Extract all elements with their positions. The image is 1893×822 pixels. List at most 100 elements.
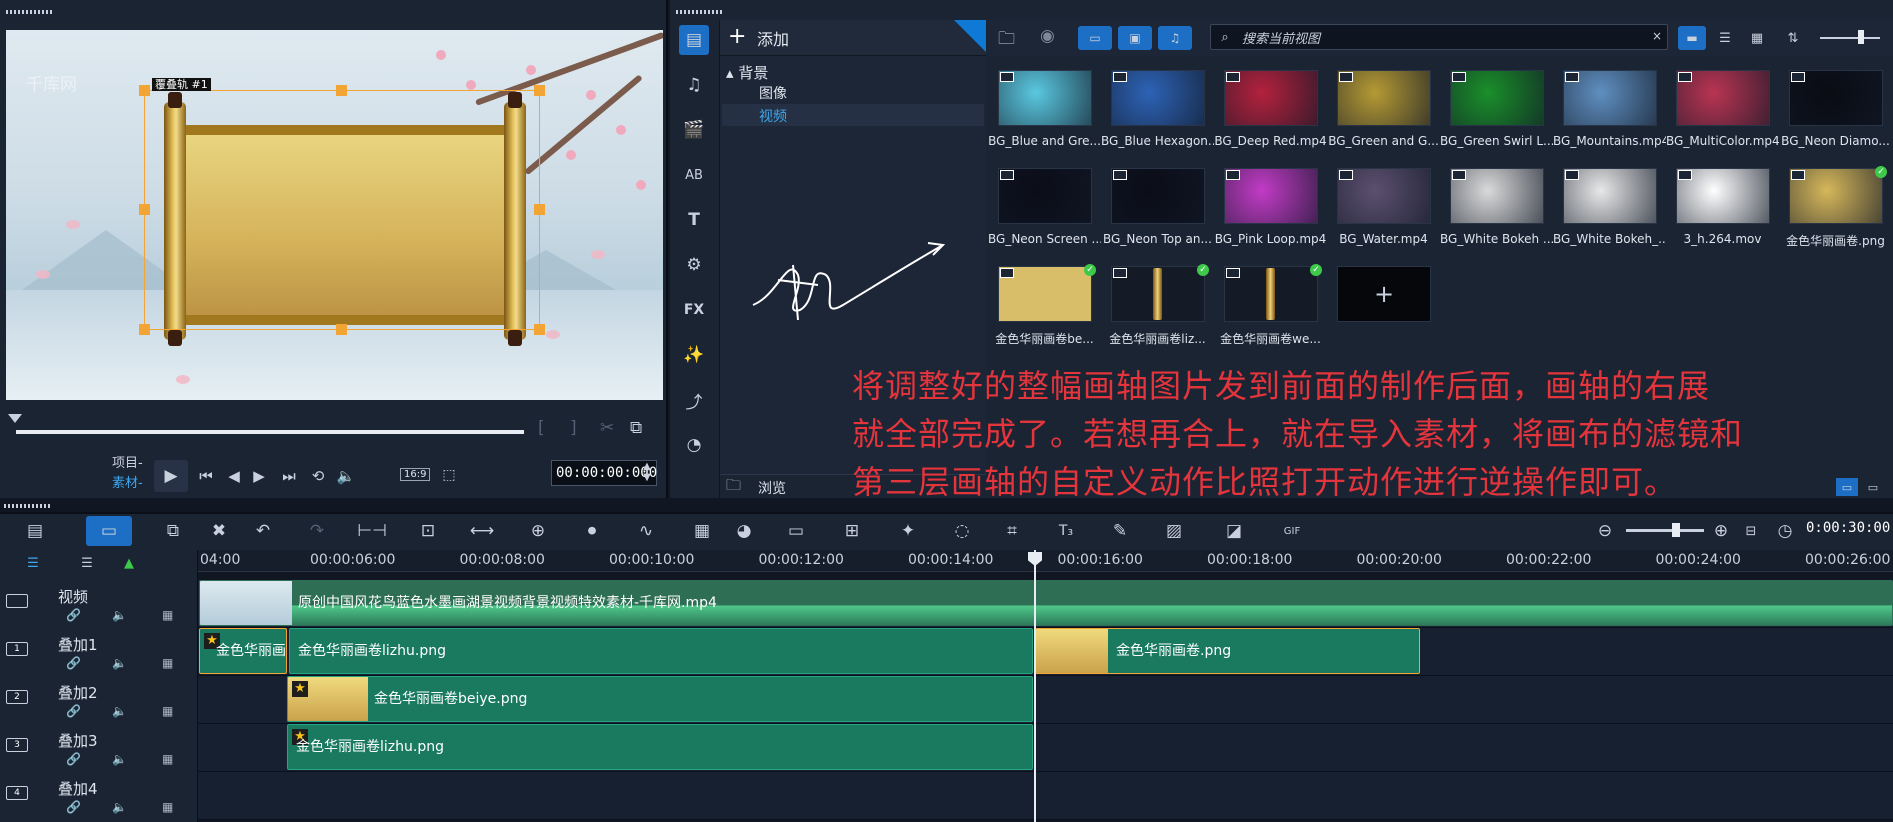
playhead[interactable] bbox=[1034, 550, 1036, 822]
path-icon[interactable]: ⤴ bbox=[679, 385, 709, 415]
audio-wave-icon[interactable]: ∿ bbox=[630, 518, 662, 544]
media-thumbnail[interactable]: BG_Neon Top an... bbox=[1101, 156, 1212, 246]
ripple-icon[interactable]: ⟷ bbox=[466, 518, 498, 544]
scrub-bar[interactable] bbox=[16, 430, 524, 434]
media-thumbnail[interactable]: BG_Water.mp4 bbox=[1327, 156, 1437, 246]
fit-icon[interactable]: ⊡ bbox=[412, 518, 444, 544]
ripple-toggle-icon[interactable]: ▦ bbox=[162, 704, 173, 718]
filter-photo-icon[interactable]: ▣ bbox=[1118, 26, 1152, 50]
play-button[interactable]: ▶ bbox=[154, 460, 188, 492]
timeline-view-icon[interactable]: ▭ bbox=[86, 516, 132, 546]
timeline-clip[interactable]: 金色华丽画卷.png bbox=[1035, 628, 1420, 674]
end-icon[interactable]: ⏭ bbox=[275, 462, 303, 490]
time-ruler[interactable] bbox=[198, 550, 1893, 572]
media-icon[interactable]: ▤ bbox=[679, 25, 709, 55]
ripple-toggle-icon[interactable]: ▦ bbox=[162, 752, 173, 766]
link-icon[interactable]: 🔗 bbox=[66, 608, 81, 622]
paint-icon[interactable]: ✎ bbox=[1104, 518, 1136, 544]
resize-handle[interactable] bbox=[534, 85, 545, 96]
tree-folder-background[interactable]: ▴ 背景 bbox=[726, 62, 768, 83]
capture-icon[interactable]: ◉ bbox=[1040, 26, 1055, 46]
media-thumbnail[interactable]: ✓ 金色华丽画卷.png bbox=[1779, 156, 1889, 248]
storyboard-toggle-icon[interactable]: ▭ bbox=[1836, 478, 1858, 496]
3d-title-icon[interactable]: T₃ bbox=[1050, 518, 1082, 544]
track-visibility-icon[interactable]: 1 bbox=[6, 642, 28, 656]
browse-button[interactable]: 浏览 bbox=[758, 478, 786, 498]
folder-icon[interactable]: 🗀 bbox=[726, 475, 741, 500]
details-view-icon[interactable]: ▦ bbox=[1744, 26, 1770, 50]
track-manager-icon[interactable]: ☰ bbox=[20, 554, 46, 572]
timeline-clip[interactable]: ★ 金色华丽画卷beiye.png bbox=[287, 676, 1033, 722]
next-frame-icon[interactable]: ▶ bbox=[245, 462, 273, 490]
video-clip[interactable]: 原创中国风花鸟蓝色水墨画湖景视频背景视频特效素材-千库网.mp4 bbox=[199, 580, 1893, 626]
media-thumbnail[interactable]: ✓ 金色华丽画卷be... bbox=[988, 254, 1098, 346]
mask-icon[interactable]: ◕ bbox=[728, 518, 760, 544]
volume-icon[interactable]: 🔈 bbox=[332, 462, 360, 490]
mute-icon[interactable]: 🔈 bbox=[112, 656, 127, 670]
zoom-in-icon[interactable]: ⊕ bbox=[1710, 518, 1732, 544]
media-thumbnail[interactable]: BG_White Bokeh ... bbox=[1440, 156, 1553, 246]
fit-project-icon[interactable]: ⊟ bbox=[1740, 518, 1762, 544]
multicam-icon[interactable]: ▦ bbox=[686, 518, 718, 544]
clear-search-icon[interactable]: × bbox=[1650, 28, 1664, 44]
link-icon[interactable]: 🔗 bbox=[66, 656, 81, 670]
panel-grip[interactable] bbox=[4, 504, 52, 508]
track-lane[interactable] bbox=[198, 772, 1893, 820]
timecode-stepper[interactable]: ▲ ▼ bbox=[640, 458, 654, 486]
copy-icon[interactable]: ⧉ bbox=[158, 518, 188, 544]
media-thumbnail[interactable]: BG_Blue and Gre... bbox=[988, 58, 1101, 148]
track-visibility-icon[interactable]: 4 bbox=[6, 786, 28, 800]
ripple-toggle-icon[interactable]: ▦ bbox=[162, 656, 173, 670]
chapter-icon[interactable]: ▲ bbox=[116, 554, 142, 572]
split-icon[interactable]: ✂ bbox=[600, 418, 614, 438]
trim-icon[interactable]: ⊢⊣ bbox=[356, 518, 388, 544]
tools-icon[interactable]: ✖ bbox=[204, 518, 234, 544]
panel-grip[interactable] bbox=[676, 10, 724, 14]
media-thumbnail[interactable]: BG_White Bokeh_... bbox=[1553, 156, 1666, 246]
gif-icon[interactable]: GIF bbox=[1276, 518, 1308, 544]
resize-handle[interactable] bbox=[139, 324, 150, 335]
resize-handle[interactable] bbox=[534, 324, 545, 335]
repeat-icon[interactable]: ⟲ bbox=[304, 462, 332, 490]
instant-project-icon[interactable]: 🎬 bbox=[679, 115, 709, 145]
split-screen-icon[interactable]: ⊞ bbox=[836, 518, 868, 544]
resize-handle[interactable] bbox=[336, 324, 347, 335]
timeline-clip[interactable]: ★ 金色华丽画卷lizhu.png bbox=[287, 724, 1033, 770]
media-thumbnail[interactable]: BG_Deep Red.mp4 bbox=[1214, 58, 1327, 148]
fx-icon[interactable]: FX bbox=[679, 295, 709, 325]
audio-icon[interactable]: ♫ bbox=[679, 70, 709, 100]
media-thumbnail[interactable]: 3_h.264.mov bbox=[1666, 156, 1776, 246]
link-icon[interactable]: 🔗 bbox=[66, 800, 81, 814]
speed-icon[interactable]: ◔ bbox=[679, 430, 709, 460]
import-folder-icon[interactable]: 🗀 bbox=[998, 26, 1015, 55]
mute-icon[interactable]: 🔈 bbox=[112, 608, 127, 622]
track-visibility-icon[interactable]: 3 bbox=[6, 738, 28, 752]
media-thumbnail[interactable]: BG_Green and G... bbox=[1327, 58, 1439, 148]
add-media-tile[interactable]: + bbox=[1327, 254, 1437, 344]
selection-box[interactable] bbox=[144, 90, 540, 330]
media-thumbnail[interactable]: BG_MultiColor.mp4 bbox=[1666, 58, 1779, 148]
title-icon[interactable]: T bbox=[679, 205, 709, 235]
timeline-clip[interactable]: ★ 金色华丽画 bbox=[199, 628, 287, 674]
home-icon[interactable]: ⏮ bbox=[192, 462, 220, 490]
thumb-size-knob[interactable] bbox=[1858, 30, 1864, 44]
mute-icon[interactable]: 🔈 bbox=[112, 704, 127, 718]
mode-clip-label[interactable]: 素材- bbox=[112, 472, 143, 491]
storyboard-view-icon[interactable]: ▤ bbox=[18, 518, 52, 544]
link-icon[interactable]: 🔗 bbox=[66, 752, 81, 766]
mode-project-label[interactable]: 项目- bbox=[112, 452, 143, 471]
mask-creator-icon[interactable]: ▨ bbox=[1158, 518, 1190, 544]
scrub-knob[interactable] bbox=[8, 414, 22, 423]
mark-out-icon[interactable]: ] bbox=[570, 418, 577, 438]
mute-icon[interactable]: 🔈 bbox=[112, 752, 127, 766]
filter-audio-icon[interactable]: ♫ bbox=[1158, 26, 1192, 50]
media-thumbnail[interactable]: BG_Neon Diamo... bbox=[1779, 58, 1890, 148]
redo-icon[interactable]: ↷ bbox=[302, 518, 332, 544]
thumbnail-view-icon[interactable]: ▬ bbox=[1678, 26, 1706, 50]
resize-handle[interactable] bbox=[139, 85, 150, 96]
filter-video-icon[interactable]: ▭ bbox=[1078, 26, 1112, 50]
resize-handle[interactable] bbox=[534, 204, 545, 215]
thumb-size-slider[interactable] bbox=[1820, 37, 1880, 39]
link-icon[interactable]: 🔗 bbox=[66, 704, 81, 718]
stabilize-icon[interactable]: ⌗ bbox=[996, 518, 1028, 544]
